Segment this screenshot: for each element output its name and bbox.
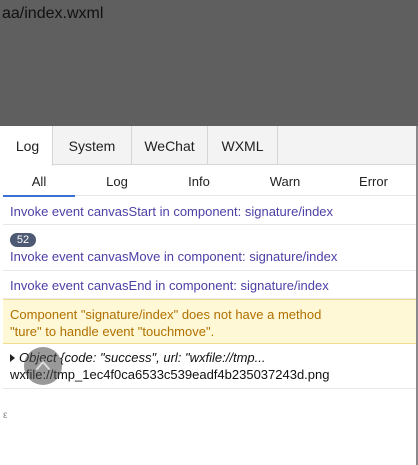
devtools-screen: aa/index.wxml Log System WeChat WXML All… [0,0,418,465]
filter-warn[interactable]: Warn [239,166,331,196]
tab-log[interactable]: Log [3,126,53,166]
log-row: 52 Invoke event canvasMove in component:… [3,225,416,271]
filter-error[interactable]: Error [331,166,416,196]
log-message: Invoke event canvasEnd in component: sig… [10,278,329,293]
log-row: Invoke event canvasStart in component: s… [3,197,416,225]
tab-wxml[interactable]: WXML [208,126,278,165]
level-filter-bar: All Log Info Warn Error [3,166,416,197]
repeat-count-badge: 52 [10,233,36,247]
expand-caret-icon[interactable] [10,354,15,362]
filter-log[interactable]: Log [75,166,159,196]
log-message: Invoke event canvasStart in component: s… [10,204,334,219]
main-tab-bar: Log System WeChat WXML [3,126,416,166]
warning-line-1: Component "signature/index" does not hav… [10,307,322,322]
simulator-pane: aa/index.wxml [0,0,418,126]
file-path: aa/index.wxml [2,5,104,22]
tab-system[interactable]: System [53,126,132,165]
object-log-row[interactable]: Object {code: "success", url: "wxfile://… [3,345,416,389]
filter-all[interactable]: All [3,166,75,197]
filter-info[interactable]: Info [159,166,239,196]
log-message: Invoke event canvasMove in component: si… [10,249,338,264]
tab-wechat[interactable]: WeChat [132,126,208,165]
warning-row: Component "signature/index" does not hav… [3,299,416,344]
side-glyph: ε [3,410,8,421]
warning-line-2: "ture" to handle event "touchmove". [10,324,215,339]
console-panel: Log System WeChat WXML All Log Info Warn… [3,126,416,465]
log-row: Invoke event canvasEnd in component: sig… [3,271,416,299]
touch-indicator-icon [24,347,62,385]
